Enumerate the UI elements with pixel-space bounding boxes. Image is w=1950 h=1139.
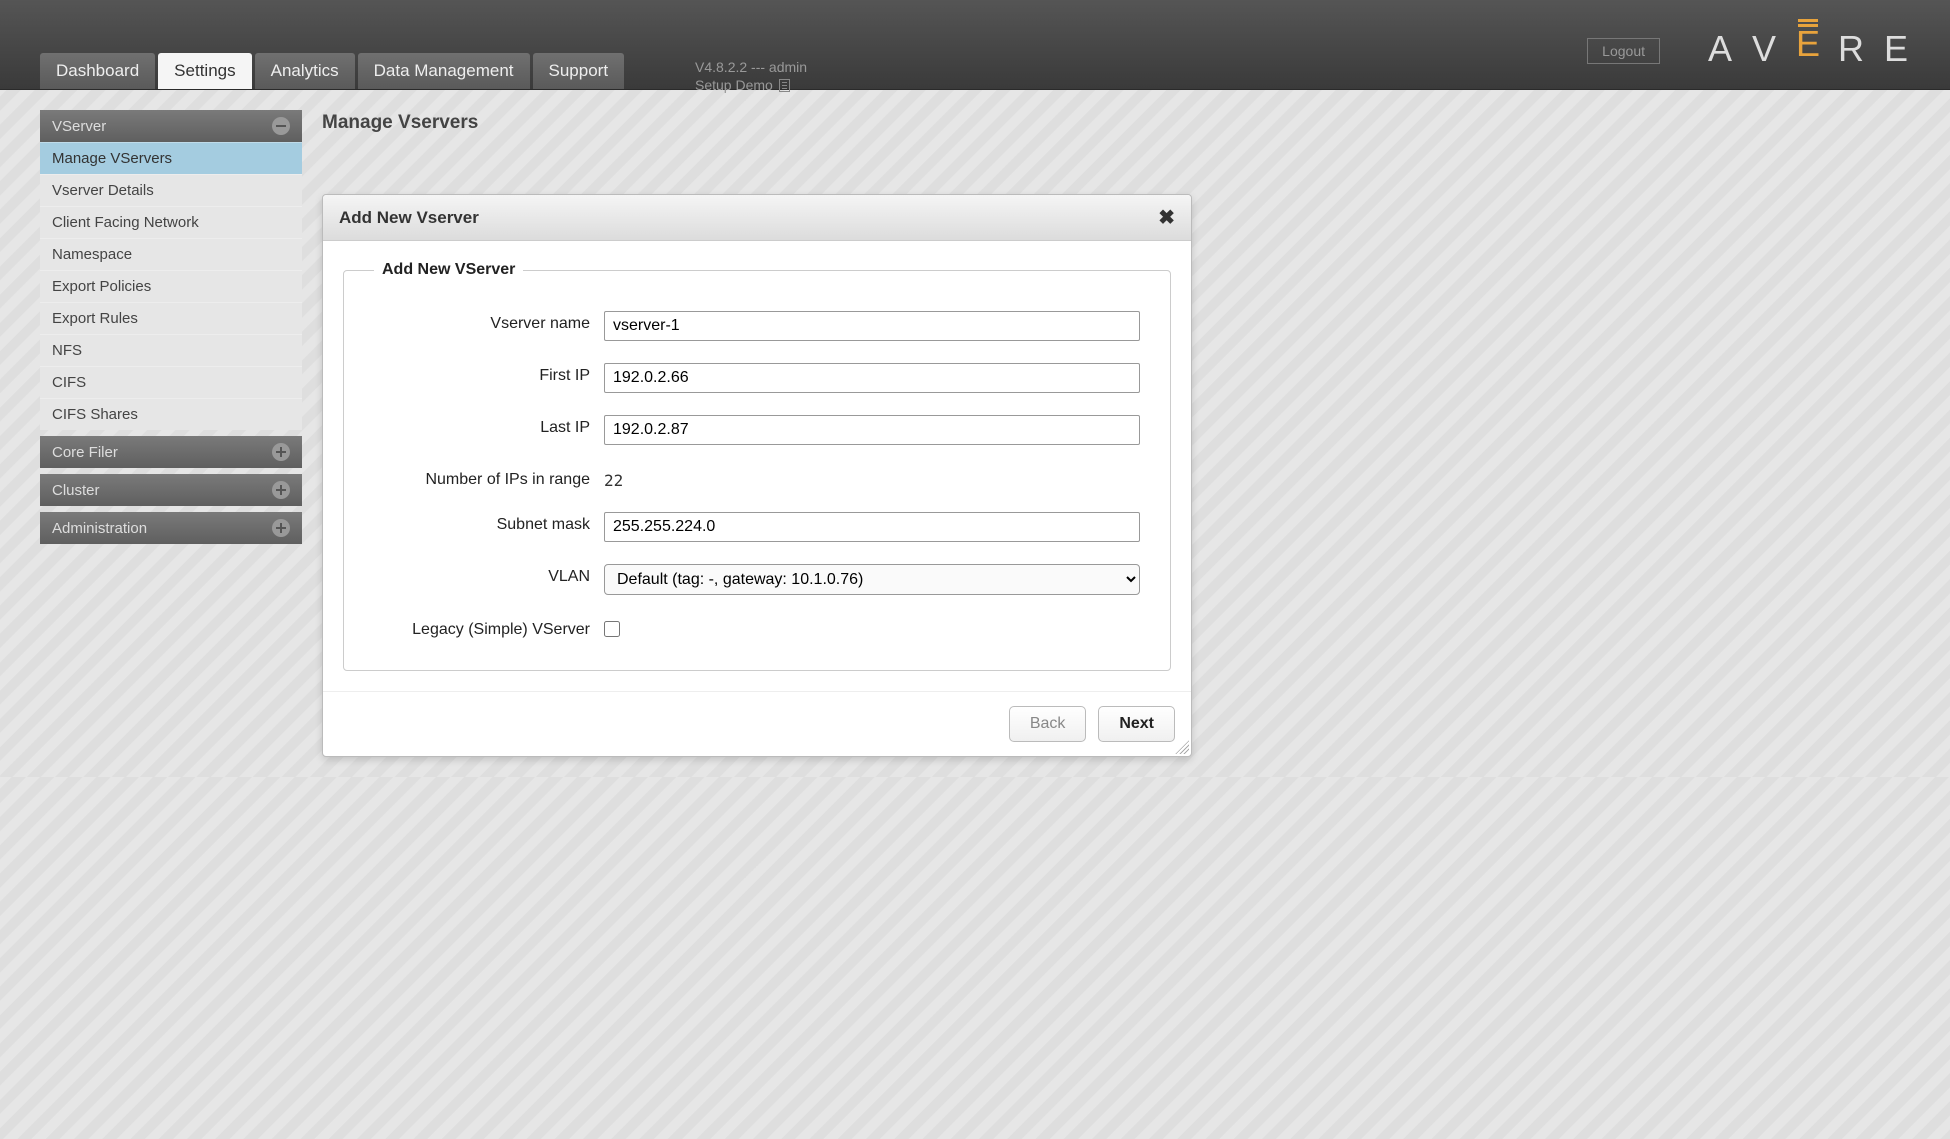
document-icon[interactable] <box>779 79 790 92</box>
dialog-footer: Back Next <box>323 691 1191 756</box>
sidebar-item-vserver-details[interactable]: Vserver Details <box>40 174 302 206</box>
sidebar-group-label: Administration <box>52 520 147 537</box>
expand-icon[interactable] <box>272 443 290 461</box>
label-vlan: VLAN <box>374 564 604 586</box>
legacy-vserver-checkbox[interactable] <box>604 621 620 637</box>
num-ips-value: 22 <box>604 467 1140 490</box>
label-last-ip: Last IP <box>374 415 604 437</box>
header-bar: Logout A V E R E V4.8.2.2 --- admin Setu… <box>0 0 1950 90</box>
expand-icon[interactable] <box>272 519 290 537</box>
sidebar-group-core-filer[interactable]: Core Filer <box>40 436 302 468</box>
settings-sidebar: VServer Manage VServers Vserver Details … <box>40 110 302 544</box>
version-line: V4.8.2.2 --- admin <box>695 58 807 76</box>
next-button[interactable]: Next <box>1098 706 1175 742</box>
logo-letter-e-accent: E <box>1796 31 1820 67</box>
logo-letter-e: E <box>1884 28 1910 70</box>
page-title: Manage Vservers <box>322 112 1910 134</box>
fieldset-legend: Add New VServer <box>374 261 523 279</box>
sidebar-item-cifs-shares[interactable]: CIFS Shares <box>40 398 302 430</box>
tab-analytics[interactable]: Analytics <box>255 53 355 89</box>
label-first-ip: First IP <box>374 363 604 385</box>
dialog-title-text: Add New Vserver <box>339 208 479 228</box>
label-vserver-name: Vserver name <box>374 311 604 333</box>
brand-logo: A V E R E <box>1708 28 1910 70</box>
tab-support[interactable]: Support <box>533 53 625 89</box>
close-icon[interactable]: ✖ <box>1158 205 1175 230</box>
add-vserver-fieldset: Add New VServer Vserver name First IP <box>343 261 1171 671</box>
back-button[interactable]: Back <box>1009 706 1087 742</box>
sidebar-item-export-rules[interactable]: Export Rules <box>40 302 302 334</box>
expand-icon[interactable] <box>272 481 290 499</box>
content-area: Manage Vservers Add New Vserver ✖ Add Ne… <box>322 110 1910 757</box>
sidebar-item-export-policies[interactable]: Export Policies <box>40 270 302 302</box>
sidebar-item-cifs[interactable]: CIFS <box>40 366 302 398</box>
version-info: V4.8.2.2 --- admin Setup Demo <box>695 58 807 94</box>
logo-letter-r: R <box>1838 28 1866 70</box>
label-subnet-mask: Subnet mask <box>374 512 604 534</box>
label-legacy-vserver: Legacy (Simple) VServer <box>374 617 604 639</box>
vserver-name-input[interactable] <box>604 311 1140 341</box>
last-ip-input[interactable] <box>604 415 1140 445</box>
sidebar-item-manage-vservers[interactable]: Manage VServers <box>40 142 302 174</box>
sidebar-group-label: VServer <box>52 118 106 135</box>
logout-button[interactable]: Logout <box>1587 38 1660 64</box>
sidebar-group-administration[interactable]: Administration <box>40 512 302 544</box>
vlan-select[interactable]: Default (tag: -, gateway: 10.1.0.76) <box>604 564 1140 595</box>
sidebar-item-namespace[interactable]: Namespace <box>40 238 302 270</box>
sidebar-item-nfs[interactable]: NFS <box>40 334 302 366</box>
collapse-icon[interactable] <box>272 117 290 135</box>
sidebar-group-vserver[interactable]: VServer <box>40 110 302 142</box>
resize-grip-icon[interactable] <box>1175 740 1189 754</box>
tab-data-management[interactable]: Data Management <box>358 53 530 89</box>
add-vserver-dialog: Add New Vserver ✖ Add New VServer Vserve… <box>322 194 1192 757</box>
dialog-titlebar: Add New Vserver ✖ <box>323 195 1191 241</box>
main-tabs: Dashboard Settings Analytics Data Manage… <box>40 53 624 89</box>
sidebar-group-label: Cluster <box>52 482 100 499</box>
sidebar-group-label: Core Filer <box>52 444 118 461</box>
sidebar-item-client-facing-network[interactable]: Client Facing Network <box>40 206 302 238</box>
logo-letter-v: V <box>1752 28 1778 70</box>
logo-letter-a: A <box>1708 28 1734 70</box>
sidebar-group-cluster[interactable]: Cluster <box>40 474 302 506</box>
setup-demo-link[interactable]: Setup Demo <box>695 76 773 94</box>
subnet-mask-input[interactable] <box>604 512 1140 542</box>
first-ip-input[interactable] <box>604 363 1140 393</box>
label-num-ips: Number of IPs in range <box>374 467 604 489</box>
tab-dashboard[interactable]: Dashboard <box>40 53 155 89</box>
tab-settings[interactable]: Settings <box>158 53 251 89</box>
